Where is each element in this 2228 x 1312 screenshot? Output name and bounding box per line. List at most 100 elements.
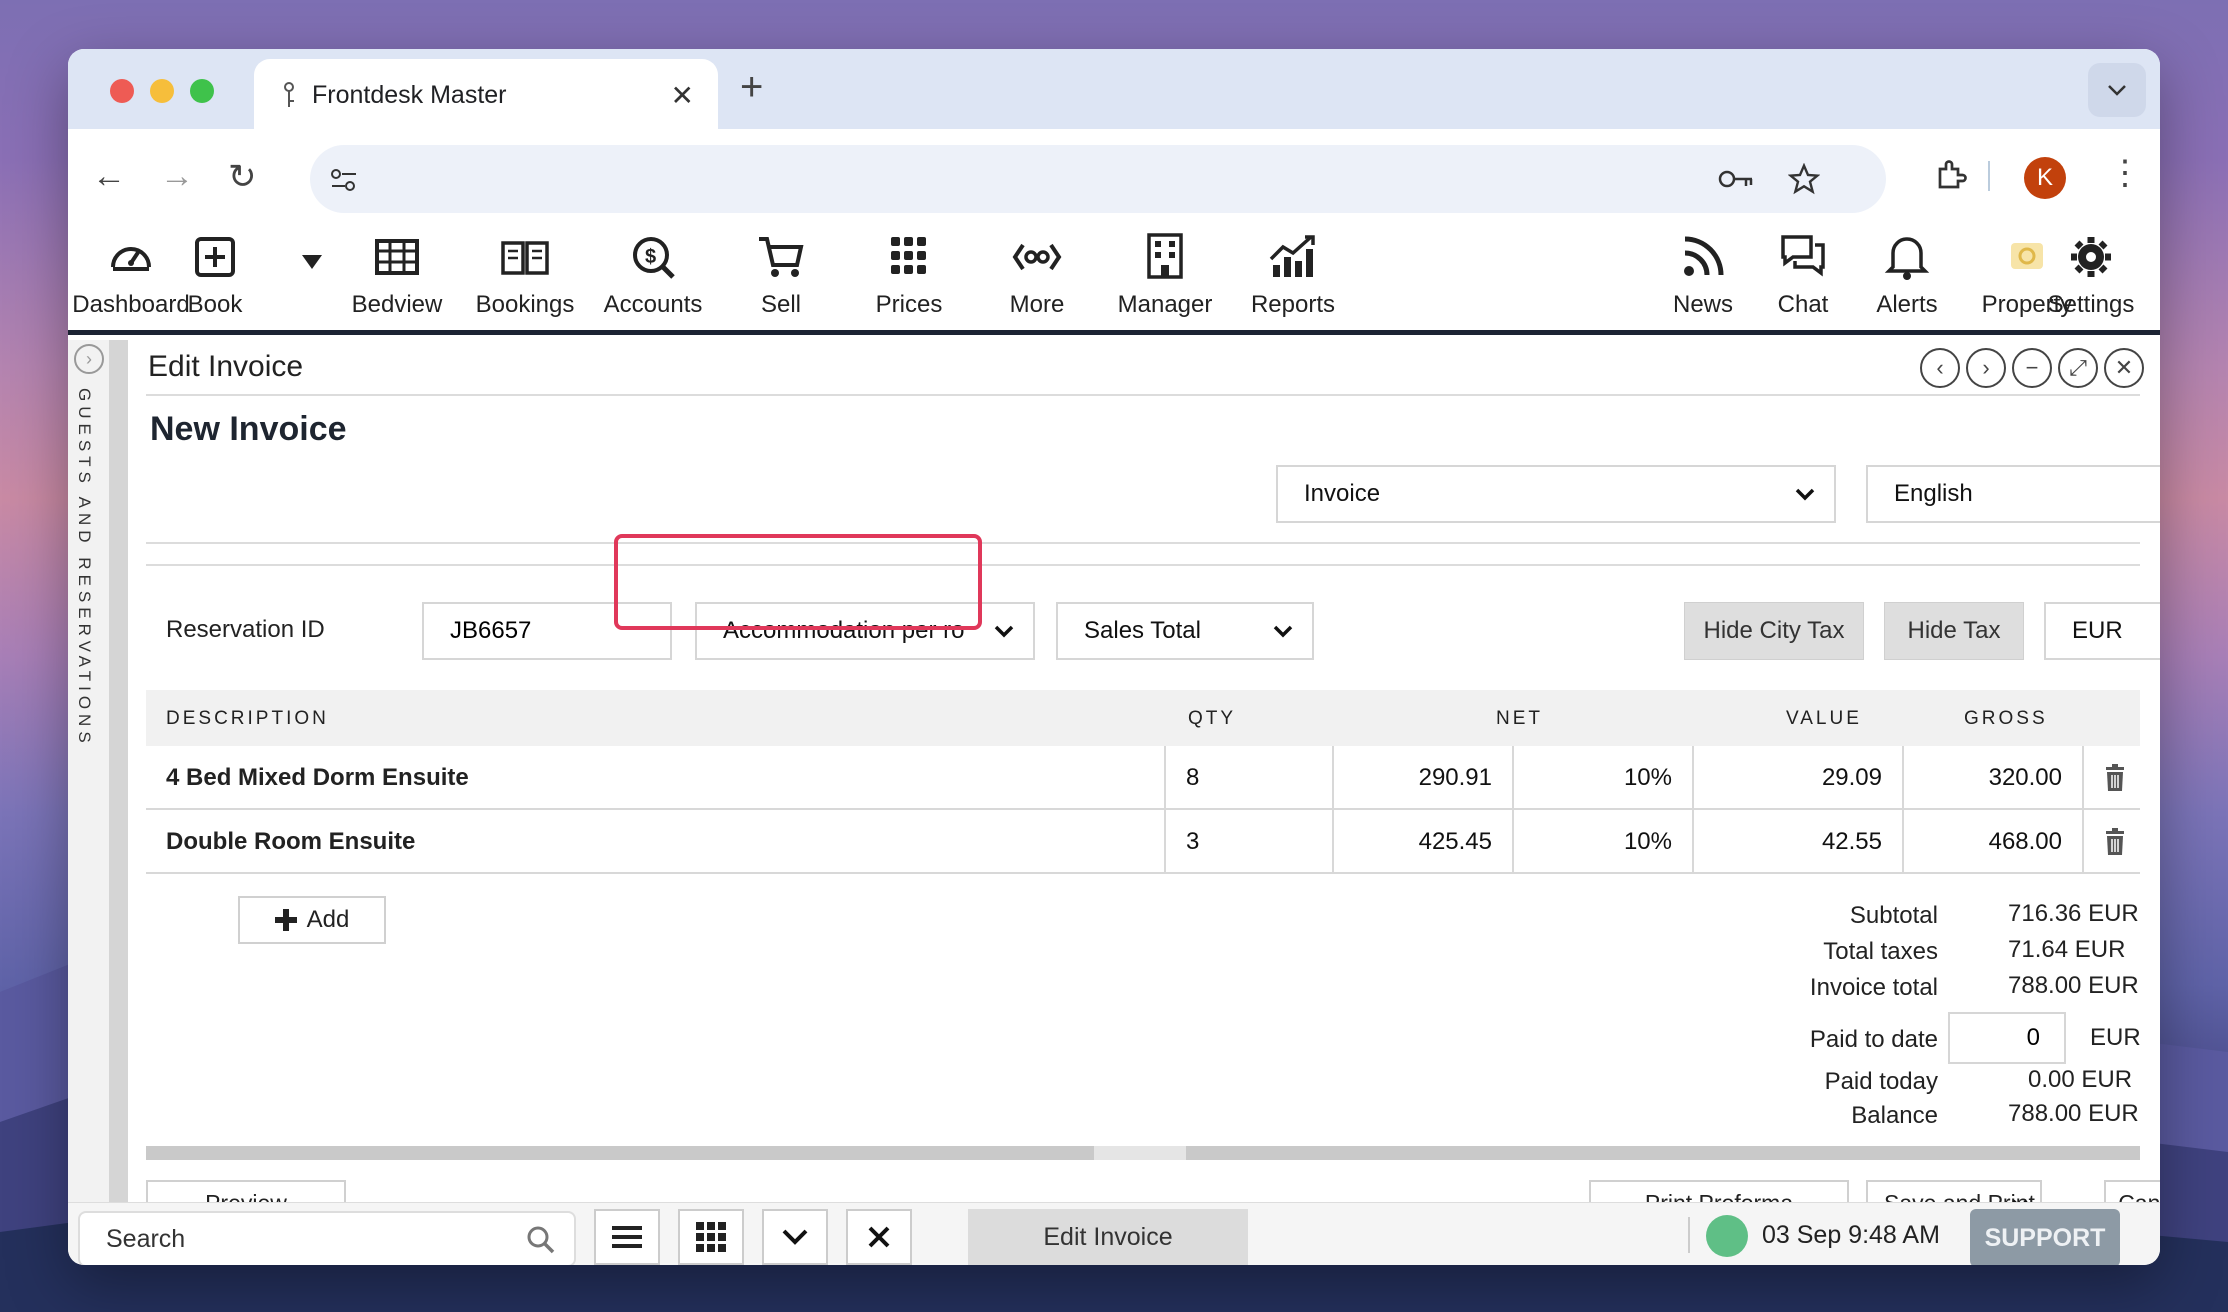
sidebar-splitter[interactable]: [110, 340, 128, 1202]
paid-currency: EUR: [2090, 1024, 2141, 1051]
plus-icon: [274, 909, 297, 931]
maximize-window-dot[interactable]: [190, 79, 214, 103]
book-dropdown-icon[interactable]: [302, 255, 322, 269]
close-window-dot[interactable]: [110, 79, 134, 103]
datetime: 03 Sep 9:48 AM: [1762, 1221, 1940, 1249]
new-tab-icon[interactable]: +: [740, 65, 763, 110]
menu-book[interactable]: Book: [160, 231, 270, 319]
hide-tax-button[interactable]: Hide Tax: [1884, 602, 2024, 660]
taxes-label: Total taxes: [1823, 938, 1938, 965]
reload-icon[interactable]: ↻: [228, 157, 257, 197]
menu-manager[interactable]: Manager: [1100, 231, 1230, 319]
edit-invoice-tab[interactable]: Edit Invoice: [968, 1209, 1248, 1265]
grid-view-button[interactable]: [678, 1209, 744, 1265]
language-select[interactable]: English: [1866, 465, 2160, 523]
favicon-icon: [284, 82, 294, 107]
row-qty[interactable]: 8: [1166, 746, 1334, 810]
menu-prices[interactable]: Prices: [844, 231, 974, 319]
prev-icon[interactable]: ‹: [1920, 348, 1960, 388]
highlight-box: [614, 534, 982, 630]
row-qty[interactable]: 3: [1166, 810, 1334, 874]
profile-avatar[interactable]: K: [2024, 157, 2066, 199]
collapse-button[interactable]: [762, 1209, 828, 1265]
bookmark-star-icon[interactable]: [1788, 163, 1820, 195]
hide-city-tax-button[interactable]: Hide City Tax: [1684, 602, 1864, 660]
row-gross[interactable]: 320.00: [1904, 746, 2084, 810]
row-tax[interactable]: 10%: [1514, 810, 1694, 874]
extensions-icon[interactable]: [1934, 157, 1970, 193]
table-row[interactable]: Double Room Ensuite 3 425.45 10% 42.55 4…: [146, 810, 2140, 874]
menu-reports[interactable]: Reports: [1228, 231, 1358, 319]
table-header: DESCRIPTION QTY NET VALUE GROSS: [146, 690, 2140, 746]
accounts-icon: $: [633, 237, 675, 279]
subtotal-value: 716.36 EUR: [2008, 900, 2139, 927]
list-view-button[interactable]: [594, 1209, 660, 1265]
trash-icon[interactable]: [2104, 828, 2126, 856]
header-description: DESCRIPTION: [166, 708, 329, 729]
browser-menu-icon[interactable]: ⋮: [2108, 153, 2142, 193]
currency-value: EUR: [2072, 617, 2123, 644]
minimize-window-dot[interactable]: [150, 79, 174, 103]
row-gross[interactable]: 468.00: [1904, 810, 2084, 874]
menu-bedview[interactable]: Bedview: [332, 231, 462, 319]
menu-more[interactable]: More: [972, 231, 1102, 319]
reservation-id-label: Reservation ID: [166, 616, 325, 643]
status-indicator: [1706, 1215, 1748, 1257]
paid-today-value: 0.00 EUR: [2028, 1066, 2133, 1093]
bookings-icon: [501, 241, 549, 275]
close-icon[interactable]: ✕: [2104, 348, 2144, 388]
sales-total-select[interactable]: Sales Total: [1056, 602, 1314, 660]
menu-label: Bookings: [475, 291, 575, 318]
guests-sidebar[interactable]: › GUESTS AND RESERVATIONS: [68, 340, 110, 1202]
menu-label: Reports: [1250, 291, 1336, 318]
forward-icon[interactable]: →: [160, 157, 194, 196]
support-button[interactable]: SUPPORT: [1970, 1209, 2120, 1265]
close-tab-icon[interactable]: ✕: [671, 79, 694, 112]
paid-today-label: Paid today: [1824, 1068, 1938, 1095]
key-icon[interactable]: [1718, 165, 1754, 193]
header-qty: QTY: [1188, 708, 1237, 729]
site-settings-icon[interactable]: [330, 167, 358, 193]
minimize-icon[interactable]: −: [2012, 348, 2052, 388]
tab-search-button[interactable]: [2088, 63, 2146, 117]
browser-tab[interactable]: Frontdesk Master ✕: [254, 59, 718, 131]
omnibox[interactable]: [310, 145, 1886, 213]
doc-type-select[interactable]: Invoice: [1276, 465, 1836, 523]
balance-label: Balance: [1851, 1102, 1938, 1129]
menu-label: Book: [187, 291, 243, 318]
menu-label: Alerts: [1876, 291, 1938, 318]
trash-icon[interactable]: [2104, 764, 2126, 792]
menu-label: Chat: [1777, 291, 1829, 318]
window-controls: ‹ › − ⤢ ✕: [1920, 348, 2144, 388]
add-line-button[interactable]: Add: [238, 896, 386, 944]
sidebar-label: GUESTS AND RESERVATIONS: [75, 388, 94, 748]
search-icon[interactable]: [526, 1225, 556, 1255]
panel-splitter[interactable]: [146, 1146, 2140, 1160]
next-icon[interactable]: ›: [1966, 348, 2006, 388]
menu-bookings[interactable]: Bookings: [460, 231, 590, 319]
browser-window: Frontdesk Master ✕ + ← → ↻ K ⋮ Dashboard…: [68, 49, 2160, 1265]
menu-settings[interactable]: Settings: [2026, 231, 2156, 319]
menu-sell[interactable]: Sell: [716, 231, 846, 319]
row-net[interactable]: 425.45: [1334, 810, 1514, 874]
expand-sidebar-icon[interactable]: ›: [74, 344, 104, 374]
language-value: English: [1894, 480, 1973, 507]
menu-accounts[interactable]: $ Accounts: [588, 231, 718, 319]
splitter-handle[interactable]: [1094, 1146, 1186, 1160]
paid-to-date-label: Paid to date: [1809, 1026, 1938, 1053]
search-input[interactable]: Search: [78, 1211, 576, 1265]
menu-alerts[interactable]: Alerts: [1842, 231, 1972, 319]
row-value: 29.09: [1694, 746, 1904, 810]
row-net[interactable]: 290.91: [1334, 746, 1514, 810]
currency-select[interactable]: EUR: [2044, 602, 2160, 660]
paid-to-date-input[interactable]: 0: [1948, 1012, 2066, 1064]
add-label: Add: [306, 906, 350, 933]
maximize-icon[interactable]: ⤢: [2058, 348, 2098, 388]
sales-total-value: Sales Total: [1084, 617, 1201, 644]
close-all-button[interactable]: [846, 1209, 912, 1265]
table-row[interactable]: 4 Bed Mixed Dorm Ensuite 8 290.91 10% 29…: [146, 746, 2140, 810]
back-icon[interactable]: ←: [92, 157, 126, 196]
row-tax[interactable]: 10%: [1514, 746, 1694, 810]
taxes-value: 71.64 EUR: [2008, 936, 2126, 963]
menu-label: Manager: [1117, 291, 1213, 318]
